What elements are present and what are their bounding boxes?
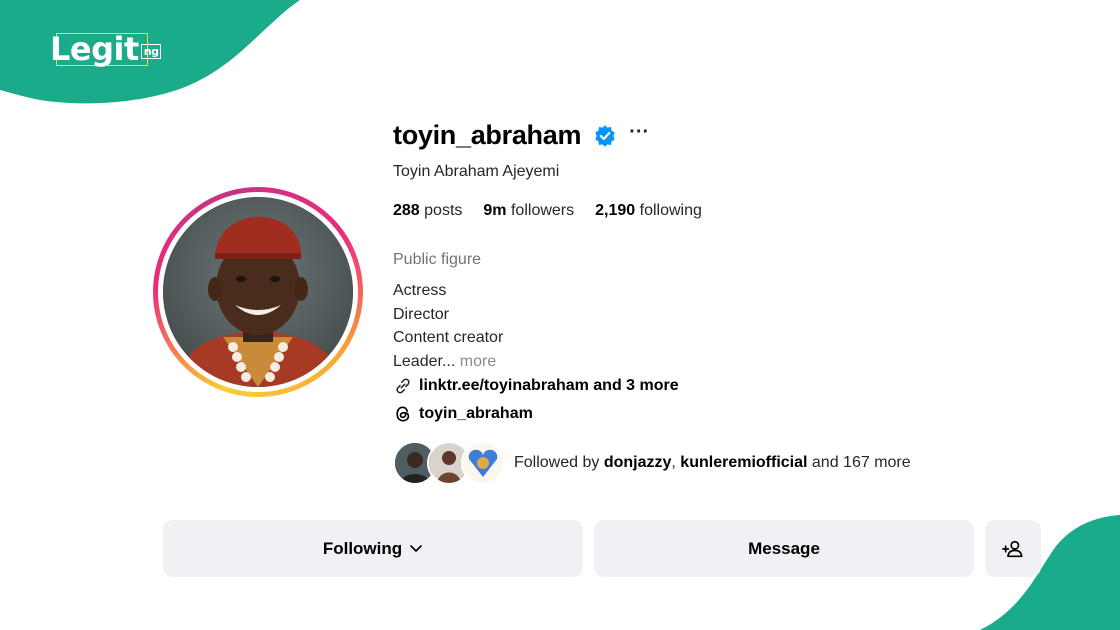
message-button[interactable]: Message <box>594 520 974 577</box>
legit-logo: Legit ng <box>50 30 162 68</box>
posts-count: 288 <box>393 202 420 219</box>
avatar-photo <box>163 197 353 387</box>
followers-count: 9m <box>483 202 507 219</box>
mutual-avatar <box>461 441 505 485</box>
followed-by-suffix: and 167 more <box>811 454 911 471</box>
following-button[interactable]: Following <box>163 520 583 577</box>
profile-stats: 288 posts 9m followers 2,190 following <box>393 202 702 220</box>
threads-icon <box>396 406 410 422</box>
profile-bio: Actress Director Content creator Leader.… <box>393 279 503 373</box>
following-button-label: Following <box>322 538 403 558</box>
following-count: 2,190 <box>595 202 636 219</box>
profile-avatar[interactable] <box>153 187 363 397</box>
mutual-user-link[interactable]: kunleremiofficial <box>680 454 807 471</box>
bio-more-link[interactable]: more <box>460 353 496 370</box>
posts-stat[interactable]: 288 posts <box>393 202 462 220</box>
logo-suffix: ng <box>140 44 162 59</box>
following-label: following <box>639 202 702 219</box>
bio-line: Content creator <box>393 329 504 346</box>
bio-line: Actress <box>393 282 447 299</box>
threads-link[interactable]: toyin_abraham <box>393 404 533 424</box>
suggest-users-button[interactable] <box>985 520 1041 577</box>
external-link[interactable]: linktr.ee/toyinabraham and 3 more <box>393 376 679 396</box>
mutual-user-link[interactable]: donjazzy <box>604 454 672 471</box>
followers-label: followers <box>510 202 575 219</box>
username: toyin_abraham <box>393 120 582 150</box>
following-stat[interactable]: 2,190 following <box>595 202 702 220</box>
username-row: toyin_abraham ··· <box>393 120 649 151</box>
followed-by-prefix: Followed by <box>514 454 600 471</box>
add-user-icon <box>1002 540 1023 557</box>
logo-text: Legit <box>50 30 139 68</box>
posts-label: posts <box>424 202 463 219</box>
link-icon <box>396 378 410 394</box>
verified-badge-icon <box>595 124 615 147</box>
followed-by-separator: , <box>671 454 676 471</box>
link-text: linktr.ee/toyinabraham and 3 more <box>419 377 679 394</box>
mutual-followers[interactable]: Followed by donjazzy, kunleremiofficial … <box>393 441 911 485</box>
mutual-follower-avatars <box>393 441 505 485</box>
profile-category: Public figure <box>393 251 482 268</box>
followers-stat[interactable]: 9m followers <box>483 202 574 220</box>
bio-line: Director <box>393 305 450 323</box>
message-button-label: Message <box>748 538 820 558</box>
more-options-icon[interactable]: ··· <box>629 122 649 145</box>
chevron-down-icon <box>410 544 422 552</box>
followed-by-text: Followed by donjazzy, kunleremiofficial … <box>514 454 911 472</box>
full-name: Toyin Abraham Ajeyemi <box>393 163 560 180</box>
bio-line: Leader... <box>393 352 456 370</box>
threads-handle: toyin_abraham <box>419 405 533 422</box>
